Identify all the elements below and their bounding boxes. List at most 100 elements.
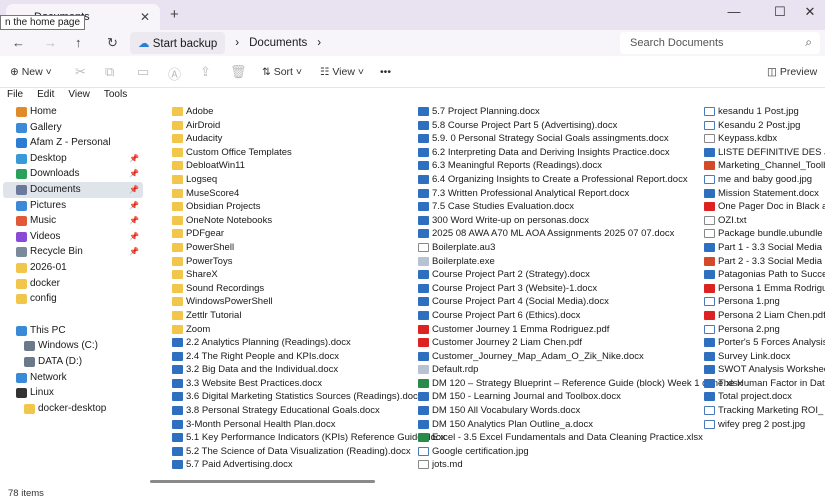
- up-icon[interactable]: ↑: [75, 35, 82, 50]
- list-item[interactable]: DM 150 Analytics Plan Outline_a.docx: [418, 418, 742, 432]
- list-item[interactable]: PowerShell: [172, 241, 445, 255]
- sidebar-item-recycle-bin[interactable]: Recycle Bin 📌: [3, 244, 143, 260]
- sidebar-item-home[interactable]: Home: [3, 104, 143, 120]
- list-item[interactable]: Customer Journey 2 Liam Chen.pdf: [418, 336, 742, 350]
- list-item[interactable]: 7.5 Case Studies Evaluation.docx: [418, 200, 742, 214]
- list-item[interactable]: Excel - 3.5 Excel Fundamentals and Data …: [418, 431, 742, 445]
- menu-tools[interactable]: Tools: [104, 89, 127, 103]
- sidebar-item-network[interactable]: Network: [3, 370, 143, 386]
- list-item[interactable]: Sound Recordings: [172, 282, 445, 296]
- sidebar-item-2026-01[interactable]: 2026-01: [3, 260, 143, 276]
- list-item[interactable]: 5.9. 0 Personal Strategy Social Goals as…: [418, 132, 742, 146]
- list-item[interactable]: Part 2 - 3.3 Social Media and Lis: [704, 255, 825, 269]
- new-button[interactable]: ⊕ New ˅: [10, 66, 52, 78]
- list-item[interactable]: 3.2 Big Data and the Individual.docx: [172, 363, 445, 377]
- list-item[interactable]: DM 150 - Learning Journal and Toolbox.do…: [418, 390, 742, 404]
- pin-icon[interactable]: 📌: [129, 198, 139, 214]
- close-tab-icon[interactable]: ✕: [140, 10, 150, 24]
- pin-icon[interactable]: 📌: [129, 151, 139, 167]
- list-item[interactable]: jots.md: [418, 458, 742, 472]
- list-item[interactable]: Adobe: [172, 105, 445, 119]
- sidebar-item-music[interactable]: Music 📌: [3, 213, 143, 229]
- list-item[interactable]: 300 Word Write-up on personas.docx: [418, 214, 742, 228]
- list-item[interactable]: SWOT Analysis Worksheet (1).do: [704, 363, 825, 377]
- list-item[interactable]: AirDroid: [172, 119, 445, 133]
- list-item[interactable]: Google certification.jpg: [418, 445, 742, 459]
- sidebar-item-linux[interactable]: Linux: [3, 385, 143, 401]
- list-item[interactable]: Persona 2 Liam Chen.pdf: [704, 309, 825, 323]
- sidebar-item-docker[interactable]: docker: [3, 276, 143, 292]
- list-item[interactable]: PDFgear: [172, 227, 445, 241]
- list-item[interactable]: The Human Factor in Data Anal: [704, 377, 825, 391]
- delete-icon[interactable]: 🗑: [230, 64, 247, 80]
- list-item[interactable]: Customer Journey 1 Emma Rodriguez.pdf: [418, 323, 742, 337]
- horizontal-scrollbar[interactable]: [150, 480, 375, 483]
- list-item[interactable]: 2025 08 AWA A70 ML AOA Assignments 2025 …: [418, 227, 742, 241]
- list-item[interactable]: 6.2 Interpreting Data and Deriving Insig…: [418, 146, 742, 160]
- pin-icon[interactable]: 📌: [129, 213, 139, 229]
- sidebar-item-gallery[interactable]: Gallery: [3, 120, 143, 136]
- sidebar-item-this-pc[interactable]: This PC: [3, 323, 143, 339]
- list-item[interactable]: Part 1 - 3.3 Social Media and Lis: [704, 241, 825, 255]
- list-item[interactable]: 5.8 Course Project Part 5 (Advertising).…: [418, 119, 742, 133]
- list-item[interactable]: 3-Month Personal Health Plan.docx: [172, 418, 445, 432]
- list-item[interactable]: 6.4 Organizing Insights to Create a Prof…: [418, 173, 742, 187]
- list-item[interactable]: wifey preg 2 post.jpg: [704, 418, 825, 432]
- sidebar-item-desktop[interactable]: Desktop 📌: [3, 151, 143, 167]
- sort-button[interactable]: ⇅ Sort ˅: [262, 66, 302, 78]
- list-item[interactable]: 3.3 Website Best Practices.docx: [172, 377, 445, 391]
- list-item[interactable]: DM 120 – Strategy Blueprint – Reference …: [418, 377, 742, 391]
- list-item[interactable]: kesandu 1 Post.jpg: [704, 105, 825, 119]
- maximize-button[interactable]: ☐: [770, 4, 790, 20]
- sidebar-item-windows-c-[interactable]: Windows (C:): [3, 338, 143, 354]
- copy-icon[interactable]: ⧉: [105, 64, 114, 80]
- new-tab-button[interactable]: +: [170, 6, 179, 23]
- list-item[interactable]: 5.7 Paid Advertising.docx: [172, 458, 445, 472]
- list-item[interactable]: Custom Office Templates: [172, 146, 445, 160]
- share-icon[interactable]: ⇪: [200, 64, 211, 80]
- list-item[interactable]: 5.1 Key Performance Indicators (KPIs) Re…: [172, 431, 445, 445]
- list-item[interactable]: Course Project Part 6 (Ethics).docx: [418, 309, 742, 323]
- list-item[interactable]: PowerToys: [172, 255, 445, 269]
- list-item[interactable]: Survey Link.docx: [704, 350, 825, 364]
- list-item[interactable]: Boilerplate.au3: [418, 241, 742, 255]
- search-input[interactable]: Search Documents ⌕: [620, 32, 820, 54]
- list-item[interactable]: 3.6 Digital Marketing Statistics Sources…: [172, 390, 445, 404]
- list-item[interactable]: Zoom: [172, 323, 445, 337]
- refresh-icon[interactable]: ↻: [107, 35, 118, 51]
- sidebar-item-config[interactable]: config: [3, 291, 143, 307]
- list-item[interactable]: ShareX: [172, 268, 445, 282]
- list-item[interactable]: Course Project Part 3 (Website)-1.docx: [418, 282, 742, 296]
- sidebar-item-pictures[interactable]: Pictures 📌: [3, 198, 143, 214]
- menu-edit[interactable]: Edit: [37, 89, 54, 103]
- list-item[interactable]: DM 150 All Vocabulary Words.docx: [418, 404, 742, 418]
- pin-icon[interactable]: 📌: [129, 229, 139, 245]
- menu-file[interactable]: File: [7, 89, 23, 103]
- list-item[interactable]: 6.3 Meaningful Reports (Readings).docx: [418, 159, 742, 173]
- view-button[interactable]: ☷ View ˅: [320, 66, 364, 78]
- list-item[interactable]: LISTE DEFINITIVE DES JEUNES AI: [704, 146, 825, 160]
- pin-icon[interactable]: 📌: [129, 182, 139, 198]
- breadcrumb-documents[interactable]: Documents: [249, 37, 307, 49]
- sidebar-item-afam-z-personal[interactable]: Afam Z - Personal: [3, 135, 143, 151]
- list-item[interactable]: 3.8 Personal Strategy Educational Goals.…: [172, 404, 445, 418]
- list-item[interactable]: Persona 1 Emma Rodriguez.pdf: [704, 282, 825, 296]
- list-item[interactable]: 2.2 Analytics Planning (Readings).docx: [172, 336, 445, 350]
- list-item[interactable]: Persona 2.png: [704, 323, 825, 337]
- more-button[interactable]: •••: [380, 66, 391, 78]
- chevron-right-icon[interactable]: ›: [317, 37, 321, 49]
- list-item[interactable]: 7.3 Written Professional Analytical Repo…: [418, 187, 742, 201]
- list-item[interactable]: MuseScore4: [172, 187, 445, 201]
- paste-icon[interactable]: ▭: [137, 64, 149, 80]
- list-item[interactable]: Tracking Marketing ROI_ A Visu: [704, 404, 825, 418]
- list-item[interactable]: Total project.docx: [704, 390, 825, 404]
- list-item[interactable]: Marketing_Channel_Toolbox.pp: [704, 159, 825, 173]
- list-item[interactable]: Course Project Part 2 (Strategy).docx: [418, 268, 742, 282]
- list-item[interactable]: Boilerplate.exe: [418, 255, 742, 269]
- list-item[interactable]: 5.2 The Science of Data Visualization (R…: [172, 445, 445, 459]
- list-item[interactable]: Customer_Journey_Map_Adam_O_Zik_Nike.doc…: [418, 350, 742, 364]
- sidebar-item-docker-desktop[interactable]: docker-desktop: [3, 401, 143, 417]
- list-item[interactable]: Logseq: [172, 173, 445, 187]
- list-item[interactable]: DebloatWin11: [172, 159, 445, 173]
- list-item[interactable]: Porter's 5 Forces Analysis.docx: [704, 336, 825, 350]
